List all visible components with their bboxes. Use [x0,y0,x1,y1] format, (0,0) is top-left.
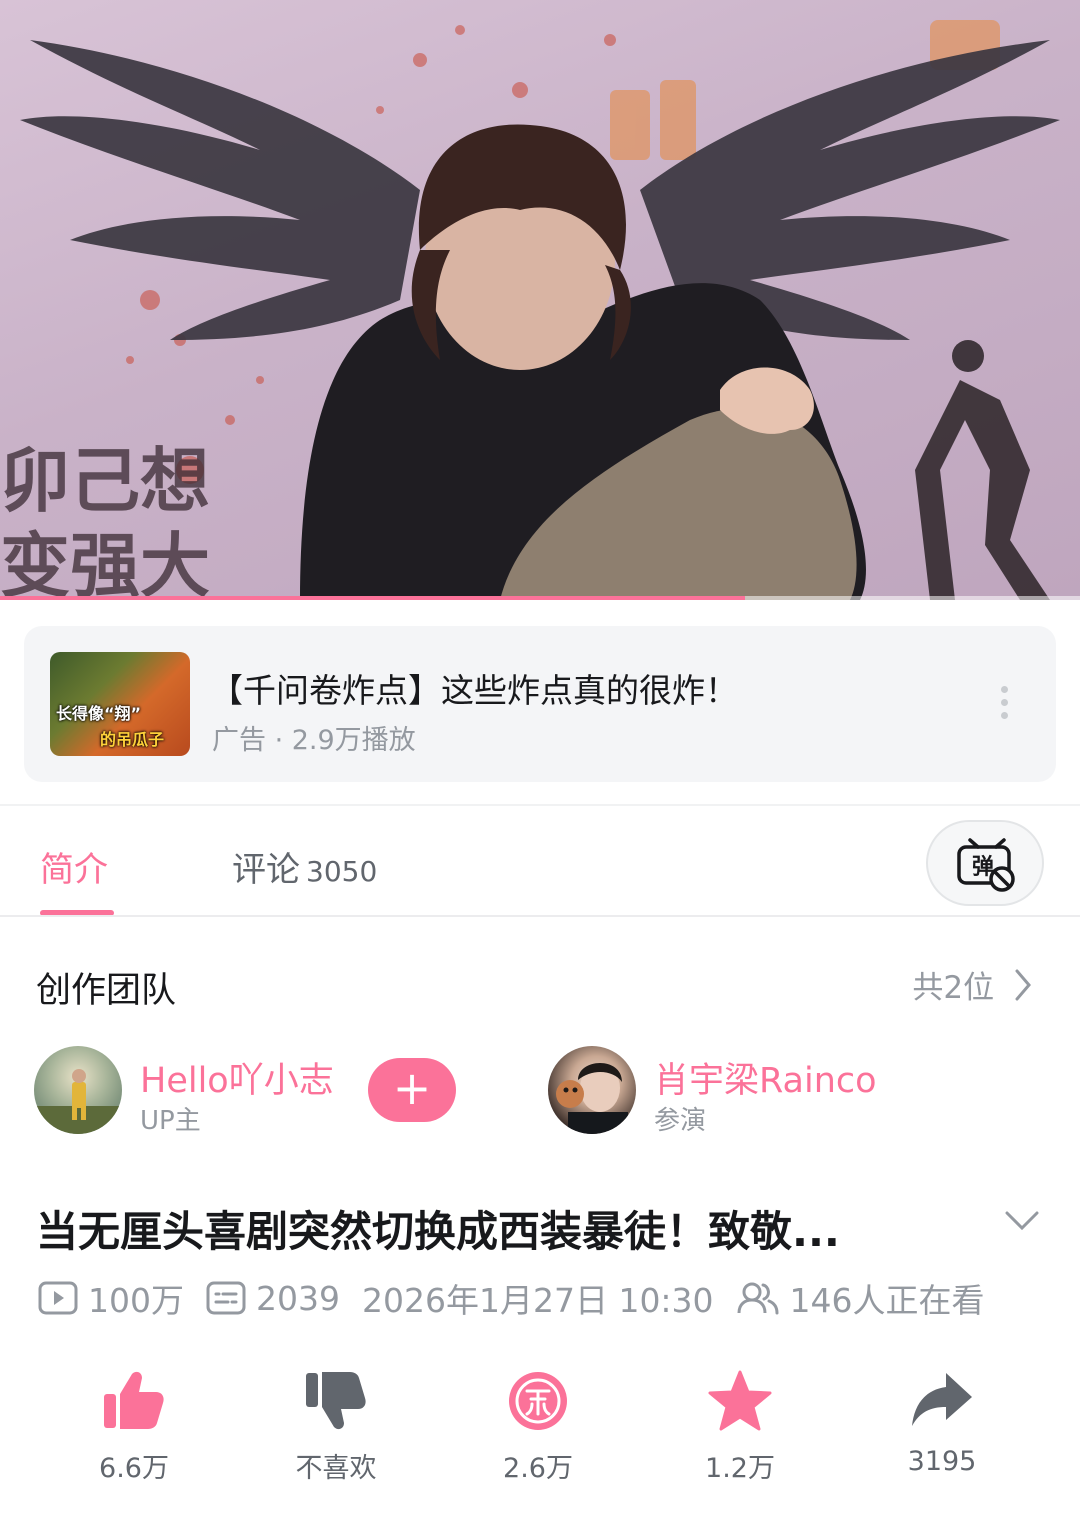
svg-text:卯己想: 卯己想 [0,440,210,522]
danmaku-off-icon: 弹 [957,838,1015,892]
avatar-creator-1[interactable] [34,1046,122,1134]
stat-datetime: 2026年1月27日 10:30 [362,1274,714,1322]
tab-comments-label: 评论 [232,850,300,890]
danmaku-list-icon [206,1281,246,1315]
avatar-creator-2[interactable] [548,1046,636,1134]
like-button[interactable]: 6.6万 [64,1370,204,1485]
stat-watching-value: 146人正在看 [789,1281,985,1320]
creator-role-1: UP主 [140,1106,201,1136]
video-frame: 卯己想 变强大 [0,20,1060,600]
favorite-button[interactable]: 1.2万 [670,1370,810,1485]
ad-card[interactable]: 长得像“翔” 的吊瓜子 【千问卷炸点】这些炸点真的很炸！ 广告 · 2.9万播放 [24,626,1056,782]
progress-bar[interactable] [0,596,1080,600]
video-stats: 100万 2039 2026年1月27日 10:30 146人正在看 [38,1276,1007,1320]
share-arrow-icon [912,1373,972,1426]
stat-danmaku: 2039 [206,1279,340,1318]
team-title: 创作团队 [36,971,177,1011]
creator-name-2[interactable]: 肖宇梁Rainco [654,1052,877,1103]
play-box-icon [38,1281,78,1315]
users-icon [737,1282,779,1315]
divider [0,804,1080,806]
coin-count: 2.6万 [503,1453,573,1484]
danmaku-toggle-button[interactable]: 弹 [926,820,1044,906]
svg-text:变强大: 变强大 [0,525,210,600]
thumb-up-icon [104,1371,164,1429]
like-count: 6.6万 [99,1453,169,1484]
team-count: 共2位 [912,970,995,1006]
ad-thumbnail[interactable]: 长得像“翔” 的吊瓜子 [50,652,190,756]
ad-thumb-caption-1: 长得像“翔” [56,704,142,723]
star-icon [708,1370,772,1431]
progress-fill [0,596,746,600]
coin-button[interactable]: 2.6万 [468,1370,608,1485]
stat-views: 100万 [38,1274,184,1322]
tab-comments[interactable]: 评论 3050 [232,842,377,891]
tab-intro[interactable]: 简介 [40,842,108,891]
favorite-count: 1.2万 [705,1453,775,1484]
ad-title[interactable]: 【千问卷炸点】这些炸点真的很炸！ [210,664,738,712]
tabs-divider [0,915,1080,917]
share-button[interactable]: 3195 [872,1370,1012,1477]
share-count: 3195 [907,1446,977,1477]
chevron-right-icon [1014,968,1032,1006]
follow-button[interactable]: + [368,1058,456,1122]
stat-datetime-value: 2026年1月27日 10:30 [361,1281,714,1320]
creator-name-1[interactable]: Hello吖小志 [140,1052,334,1103]
coin-icon [509,1372,567,1430]
dislike-label: 不喜欢 [295,1453,377,1484]
stat-watching: 146人正在看 [736,1274,985,1322]
tab-comments-count: 3050 [306,855,378,888]
thumb-down-icon [306,1372,366,1430]
ad-thumb-caption-2: 的吊瓜子 [100,730,165,749]
video-player[interactable]: 卯己想 变强大 [0,0,1080,600]
stat-views-value: 100万 [88,1281,184,1320]
chevron-down-icon[interactable] [1004,1206,1040,1236]
team-count-link[interactable]: 共2位 [912,962,1032,1007]
dislike-button[interactable]: 不喜欢 [266,1370,406,1485]
stat-danmaku-value: 2039 [256,1278,340,1318]
ad-meta: 广告 · 2.9万播放 [212,725,416,756]
more-vertical-icon[interactable] [996,686,1012,726]
video-title[interactable]: 当无厘头喜剧突然切换成西装暴徒！致敬... [36,1198,936,1259]
creator-role-2: 参演 [654,1106,707,1136]
